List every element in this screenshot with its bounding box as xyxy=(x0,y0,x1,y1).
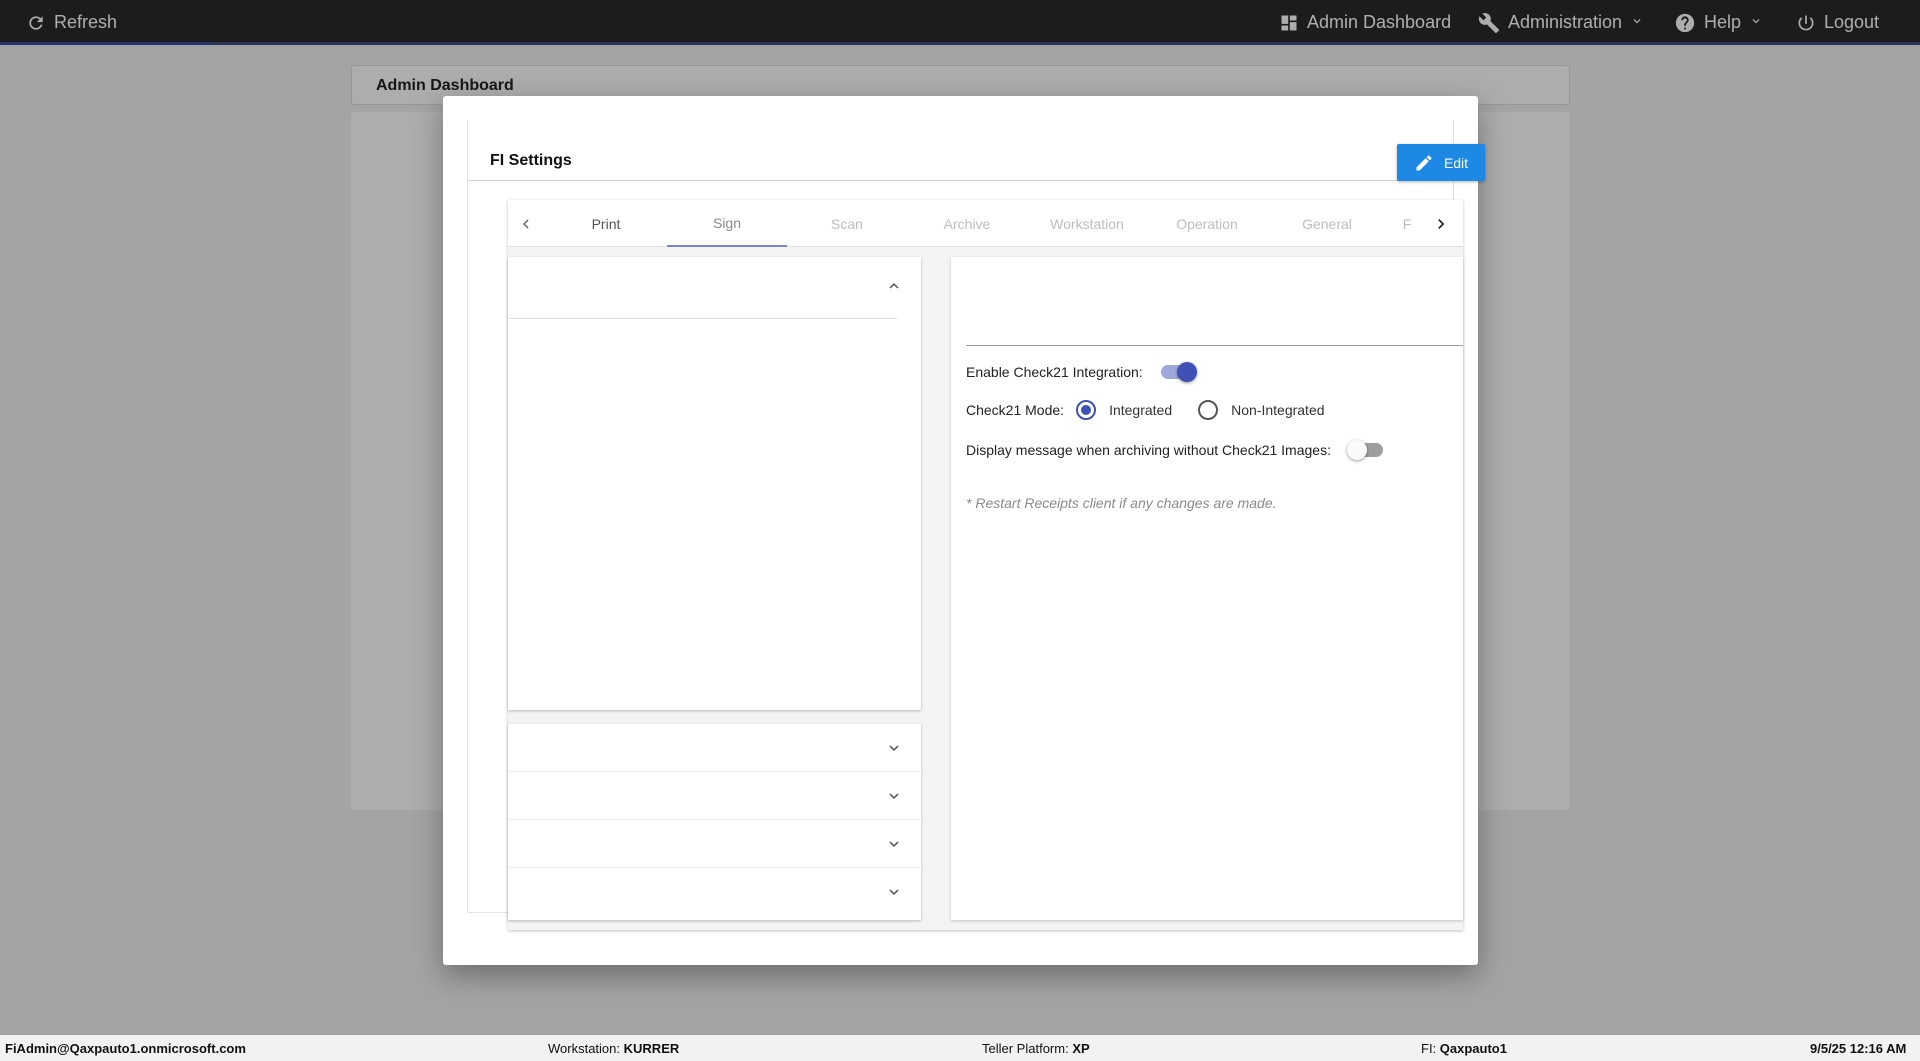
footer-datetime: 9/5/25 12:16 AM xyxy=(1810,1041,1907,1056)
tab-f[interactable]: F xyxy=(1387,200,1427,247)
non-integrated-radio-label[interactable]: Non-Integrated xyxy=(1231,402,1324,418)
fi-value: Qaxpauto1 xyxy=(1439,1041,1507,1056)
accordion-row[interactable] xyxy=(508,772,921,820)
section-divider xyxy=(508,318,897,319)
collapsed-sections-list xyxy=(508,724,921,920)
tab-sign[interactable]: Sign xyxy=(667,200,787,247)
integrated-radio[interactable] xyxy=(1076,400,1097,420)
accordion-row[interactable] xyxy=(508,820,921,868)
chevron-down-icon xyxy=(882,736,906,760)
sign-settings-panel: Enable Check21 Integration: Check21 Mode… xyxy=(951,257,1463,920)
accordion-row[interactable] xyxy=(508,868,921,916)
settings-tab-bar: Print Sign Scan Archive Workstation Operation… xyxy=(508,200,1463,247)
footer-platform: Teller Platform: XP xyxy=(982,1041,1090,1056)
workstation-value: KURRER xyxy=(623,1041,680,1056)
tab-scroll-right-button[interactable] xyxy=(1429,212,1453,236)
settings-divider xyxy=(966,345,1463,346)
tab-print[interactable]: Print xyxy=(546,200,666,247)
non-integrated-radio[interactable] xyxy=(1198,400,1219,420)
chevron-down-icon xyxy=(882,784,906,808)
fi-label: FI: xyxy=(1421,1041,1437,1056)
enable-check21-label: Enable Check21 Integration: xyxy=(966,364,1143,380)
status-footer: FiAdmin@Qaxpauto1.onmicrosoft.com Workst… xyxy=(0,1035,1920,1061)
accordion-row[interactable] xyxy=(508,724,921,772)
toggle-knob xyxy=(1346,440,1367,460)
chevron-left-icon xyxy=(523,219,529,229)
pencil-icon xyxy=(1416,154,1432,170)
tab-scroll-left-button[interactable] xyxy=(514,212,538,236)
toggle-knob xyxy=(1176,362,1197,382)
footer-workstation: Workstation: KURRER xyxy=(548,1041,679,1056)
chevron-down-icon xyxy=(882,832,906,856)
chevron-up-icon xyxy=(889,283,899,289)
expanded-section-panel xyxy=(508,257,921,710)
edit-label: Edit xyxy=(1443,154,1469,171)
platform-label: Teller Platform: xyxy=(982,1041,1069,1056)
tab-scan[interactable]: Scan xyxy=(787,200,907,247)
footer-user: FiAdmin@Qaxpauto1.onmicrosoft.com xyxy=(5,1041,246,1056)
footer-fi: FI: Qaxpauto1 xyxy=(1421,1041,1507,1056)
workstation-label: Workstation: xyxy=(548,1041,621,1056)
chevron-down-icon xyxy=(882,880,906,904)
dialog-content: FI Settings Edit Print Sign Scan Archive Wor… xyxy=(467,120,1485,930)
tab-general[interactable]: General xyxy=(1267,200,1387,247)
check21-mode-label: Check21 Mode: xyxy=(966,402,1065,418)
enable-check21-row: Enable Check21 Integration: xyxy=(966,362,1197,382)
edit-button[interactable]: Edit xyxy=(1397,144,1485,181)
check21-mode-row: Check21 Mode: Integrated Non-Integrated xyxy=(966,400,1325,420)
chevron-right-icon xyxy=(1438,219,1445,229)
dialog-header: FI Settings xyxy=(468,120,1455,181)
enable-check21-toggle[interactable] xyxy=(1160,362,1197,382)
platform-value: XP xyxy=(1072,1041,1090,1056)
tab-archive[interactable]: Archive xyxy=(907,200,1027,247)
display-message-row: Display message when archiving without C… xyxy=(966,440,1383,460)
fi-settings-dialog: FI Settings Edit Print Sign Scan Archive Wor… xyxy=(443,96,1485,965)
display-message-label: Display message when archiving without C… xyxy=(966,442,1331,458)
settings-tabs-card: Print Sign Scan Archive Workstation Operation… xyxy=(508,200,1463,930)
restart-note: * Restart Receipts client if any changes… xyxy=(966,495,1277,511)
dialog-title: FI Settings xyxy=(490,152,572,169)
integrated-radio-label[interactable]: Integrated xyxy=(1109,402,1172,418)
tab-operation[interactable]: Operation xyxy=(1147,200,1267,247)
tab-workstation[interactable]: Workstation xyxy=(1027,200,1147,247)
collapse-section-button[interactable] xyxy=(882,274,906,298)
display-message-toggle[interactable] xyxy=(1346,440,1383,460)
